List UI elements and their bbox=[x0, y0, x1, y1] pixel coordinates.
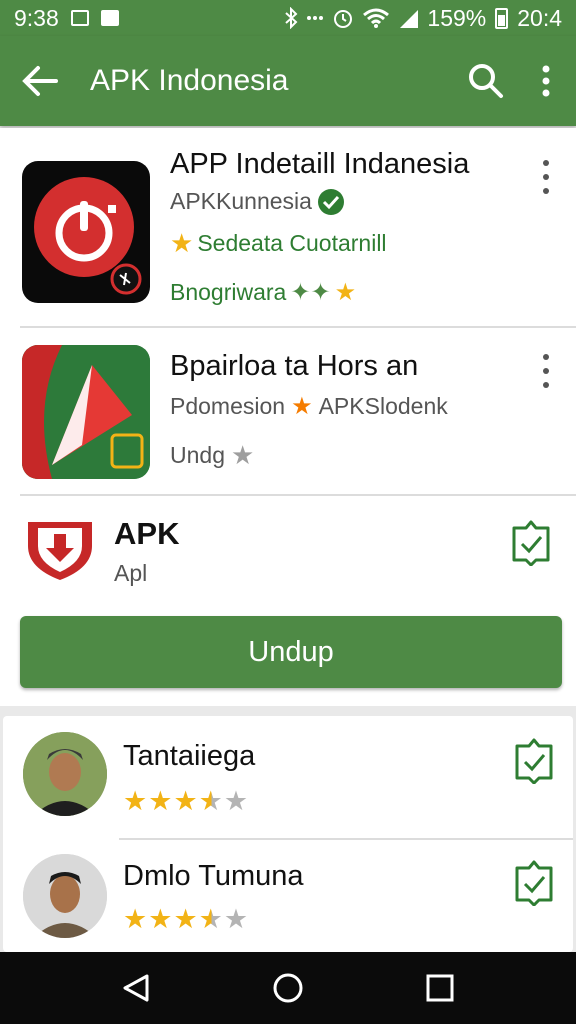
star-icon: ★ bbox=[123, 786, 149, 816]
star-icon: ★ bbox=[173, 904, 199, 934]
app-rating: Undg ★ bbox=[170, 440, 254, 471]
review-row[interactable]: Dmlo Tumuna ★★★★★ bbox=[3, 840, 573, 952]
reviewer-name: Tantaiiega bbox=[123, 740, 256, 772]
wifi-icon bbox=[363, 8, 390, 28]
alarm-icon bbox=[334, 10, 353, 28]
star-half-icon: ★ bbox=[198, 904, 224, 934]
star-empty-icon: ★ bbox=[223, 786, 250, 816]
star-icon: ★ bbox=[148, 904, 174, 934]
app-icon-timer bbox=[22, 161, 150, 303]
review-row[interactable]: Tantaiiega ★★★★★ bbox=[3, 716, 573, 838]
star-icon: ★ bbox=[334, 279, 357, 306]
star-icon: ★ bbox=[173, 786, 199, 816]
search-button[interactable] bbox=[456, 36, 516, 126]
star-empty-icon: ★ bbox=[223, 904, 250, 934]
avatar bbox=[23, 854, 107, 938]
nav-home-circle-icon bbox=[273, 973, 303, 1003]
search-icon bbox=[469, 64, 503, 98]
bluetooth-icon bbox=[285, 7, 298, 29]
app-category-text: Bnogriwara bbox=[170, 279, 287, 305]
app-row[interactable]: APK Apl bbox=[0, 496, 576, 606]
leaf-stars-icon: ✦✦ bbox=[290, 279, 331, 306]
system-nav-bar bbox=[0, 952, 576, 1024]
star-half-icon: ★ bbox=[198, 786, 224, 816]
app-subtitle: Apl bbox=[114, 560, 148, 586]
app-tagline: ★ Sedeata Cuotarnill bbox=[170, 228, 387, 259]
reviewer-name: Dmlo Tumuna bbox=[123, 860, 304, 892]
checked-chat-icon[interactable] bbox=[511, 738, 557, 784]
developer-name: APKKunnesia bbox=[170, 188, 312, 214]
developer-name: Pdomesion bbox=[170, 393, 286, 419]
checked-chat-icon[interactable] bbox=[508, 520, 554, 566]
app-developer: Pdomesion ★ APKSlodenk bbox=[170, 392, 448, 421]
verified-check-icon bbox=[317, 188, 344, 215]
nav-recents-square-icon bbox=[426, 974, 454, 1002]
app-category: Bnogriwara ✦✦ ★ bbox=[170, 278, 356, 307]
app-title: APP Indetaill Indanesia bbox=[170, 148, 470, 180]
app-row[interactable]: APP Indetaill Indanesia APKKunnesia ★ Se… bbox=[0, 128, 576, 328]
dots-icon bbox=[307, 16, 324, 20]
battery-percent: 159% bbox=[427, 4, 487, 31]
app-menu-button[interactable] bbox=[536, 354, 556, 388]
download-shield-icon bbox=[26, 520, 94, 582]
install-button[interactable]: Undup bbox=[20, 616, 562, 688]
app-row[interactable]: Bpairloa ta Hors an Pdomesion ★ APKSlode… bbox=[0, 328, 576, 496]
star-icon: ★ bbox=[170, 228, 194, 258]
reviews-card: Tantaiiega ★★★★★ Dmlo Tumuna ★★★★★ bbox=[3, 716, 573, 952]
app-title: APK bbox=[114, 516, 180, 551]
overflow-menu-button[interactable] bbox=[516, 36, 576, 126]
signal-icon bbox=[400, 10, 419, 28]
app-tagline-text: Sedeata Cuotarnill bbox=[197, 230, 387, 256]
rating-stars: ★★★★★ bbox=[123, 786, 249, 817]
nav-back-triangle-icon bbox=[123, 974, 149, 1002]
status-time: 9:38 bbox=[14, 4, 59, 31]
nav-recents-button[interactable] bbox=[410, 958, 470, 1018]
star-icon: ★ bbox=[123, 904, 149, 934]
app-list-card: APP Indetaill Indanesia APKKunnesia ★ Se… bbox=[0, 128, 576, 706]
app-title: Bpairloa ta Hors an bbox=[170, 350, 419, 382]
app-bar: APK Indonesia bbox=[0, 36, 576, 126]
notification-app-icon bbox=[100, 10, 119, 26]
avatar bbox=[23, 732, 107, 816]
star-icon: ★ bbox=[230, 440, 255, 470]
star-badge-icon: ★ bbox=[291, 393, 313, 420]
checked-chat-icon[interactable] bbox=[511, 860, 557, 906]
arrow-back-icon bbox=[22, 66, 58, 96]
back-button[interactable] bbox=[0, 36, 80, 126]
page-title: APK Indonesia bbox=[90, 64, 289, 97]
nav-home-button[interactable] bbox=[258, 958, 318, 1018]
status-bar: 9:38 159% 20:4 bbox=[0, 0, 576, 36]
app-developer: APKKunnesia bbox=[170, 188, 344, 215]
app-rating-text: Undg bbox=[170, 442, 225, 468]
star-icon: ★ bbox=[148, 786, 174, 816]
status-clock-right: 20:4 bbox=[517, 4, 562, 31]
app-icon-kite bbox=[22, 345, 150, 479]
rating-stars: ★★★★★ bbox=[123, 904, 249, 935]
battery-icon bbox=[495, 7, 509, 29]
more-vert-icon bbox=[542, 65, 550, 97]
app-menu-button[interactable] bbox=[536, 160, 556, 194]
notification-square-icon bbox=[70, 10, 89, 26]
developer-name-suffix: APKSlodenk bbox=[318, 393, 448, 419]
nav-back-button[interactable] bbox=[106, 958, 166, 1018]
